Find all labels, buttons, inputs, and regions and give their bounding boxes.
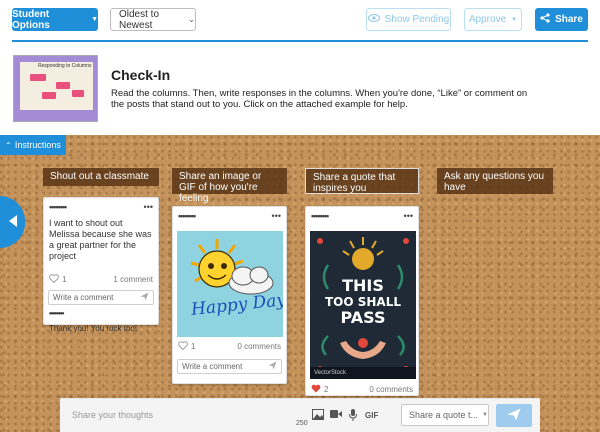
send-icon — [507, 408, 521, 424]
instructions-label: Instructions — [14, 140, 61, 150]
show-pending-label: Show Pending — [384, 14, 450, 25]
send-icon[interactable] — [268, 361, 277, 372]
student-options-button[interactable]: Student Options ▼ — [12, 8, 98, 31]
toolbar: Student Options ▼ Oldest to Newest ⌄ Sho… — [0, 0, 600, 40]
student-options-label: Student Options — [12, 8, 50, 31]
post-card-quote[interactable]: •••••••• ••• THIS TOO SHALL PASS VectorS… — [305, 206, 419, 396]
caret-down-icon: ▼ — [511, 16, 518, 23]
share-label: Share — [555, 14, 583, 25]
post-author: •••••••• — [178, 211, 196, 221]
eye-icon — [367, 14, 380, 25]
heart-icon[interactable] — [178, 341, 188, 352]
comment-input[interactable]: Write a comment — [177, 359, 282, 374]
sort-select-value: Oldest to Newest — [119, 8, 160, 31]
header-divider — [12, 40, 588, 42]
thumbnail-note — [56, 82, 70, 89]
character-count: 250 — [296, 420, 308, 427]
column-header-image: Share an image or GIF of how you're feel… — [172, 168, 287, 204]
comment-count[interactable]: 1 comment — [113, 275, 153, 284]
column-header-quote: Share a quote that inspires you — [305, 168, 419, 194]
share-button[interactable]: Share — [535, 8, 588, 31]
comment-item: •••••••• Thank you! You rock too! — [44, 305, 158, 337]
like-count: 1 — [191, 342, 196, 351]
arrow-left-icon — [8, 214, 18, 231]
approve-label: Approve — [468, 14, 507, 25]
comment-count[interactable]: 0 comments — [369, 385, 413, 394]
post-card-shout[interactable]: •••••••• ••• I want to shout out Melissa… — [43, 197, 159, 333]
quote-line: PASS — [340, 308, 386, 327]
approve-button[interactable]: Approve ▼ — [464, 8, 522, 31]
page-description: Read the columns. Then, write responses … — [111, 88, 528, 110]
heart-filled-icon[interactable] — [311, 384, 321, 395]
thumbnail-note — [42, 92, 56, 99]
thumbnail-caption: Responding to Columns — [38, 63, 92, 69]
compose-input[interactable]: Share your thoughts — [72, 410, 153, 420]
quote-text: THIS TOO SHALL PASS — [310, 278, 416, 326]
post-author: •••••••• — [49, 202, 67, 212]
post-submit-button[interactable] — [496, 404, 532, 427]
happy-day-image[interactable]: Happy Day — [177, 231, 283, 337]
quote-image[interactable]: THIS TOO SHALL PASS VectorStock — [310, 231, 416, 379]
comment-count[interactable]: 0 comments — [237, 342, 281, 351]
comment-input[interactable]: Write a comment — [48, 290, 154, 305]
comment-placeholder: Write a comment — [182, 362, 243, 371]
caret-down-icon: ▼ — [91, 16, 98, 23]
chevron-up-icon: ⌃ — [5, 140, 12, 150]
send-icon[interactable] — [140, 292, 149, 303]
show-pending-button[interactable]: Show Pending — [366, 8, 451, 31]
heart-icon[interactable] — [49, 274, 59, 285]
image-icon[interactable] — [312, 409, 324, 423]
like-count: 2 — [324, 385, 329, 394]
share-icon — [540, 13, 550, 26]
column-header-shout: Shout out a classmate — [43, 168, 159, 186]
column-select-value: Share a quote t... — [409, 410, 479, 420]
more-options-icon[interactable]: ••• — [272, 211, 281, 221]
column-header-questions: Ask any questions you have — [437, 168, 553, 194]
chevron-down-icon: ⌄ — [188, 15, 195, 24]
more-options-icon[interactable]: ••• — [144, 202, 153, 212]
sort-select[interactable]: Oldest to Newest ⌄ — [110, 8, 196, 31]
post-card-image[interactable]: •••••••• ••• Happy Day 1 0 comments Writ… — [172, 206, 287, 384]
instructions-tab[interactable]: ⌃ Instructions — [0, 135, 66, 155]
comment-author: •••••••• — [49, 309, 64, 318]
thumbnail-board: Responding to Columns — [20, 62, 93, 110]
microphone-icon[interactable] — [349, 409, 357, 424]
page-title: Check-In — [111, 67, 171, 83]
thumbnail-note — [72, 90, 84, 97]
image-watermark: VectorStock — [310, 367, 416, 379]
example-thumbnail[interactable]: Responding to Columns — [13, 55, 98, 122]
comment-placeholder: Write a comment — [53, 293, 114, 302]
post-text: I want to shout out Melissa because she … — [49, 218, 152, 261]
post-author: •••••••• — [311, 211, 329, 221]
comment-text: Thank you! You rock too! — [49, 324, 138, 333]
gif-button[interactable]: GIF — [365, 411, 378, 420]
thumbnail-note — [30, 74, 46, 81]
caret-down-icon: ▼ — [482, 412, 488, 418]
like-count: 1 — [62, 275, 67, 284]
more-options-icon[interactable]: ••• — [404, 211, 413, 221]
compose-bar: Share your thoughts 250 GIF Share a quot… — [60, 398, 540, 432]
video-icon[interactable] — [330, 409, 342, 422]
column-select[interactable]: Share a quote t... ▼ — [401, 404, 489, 426]
quote-line: THIS — [342, 276, 384, 295]
